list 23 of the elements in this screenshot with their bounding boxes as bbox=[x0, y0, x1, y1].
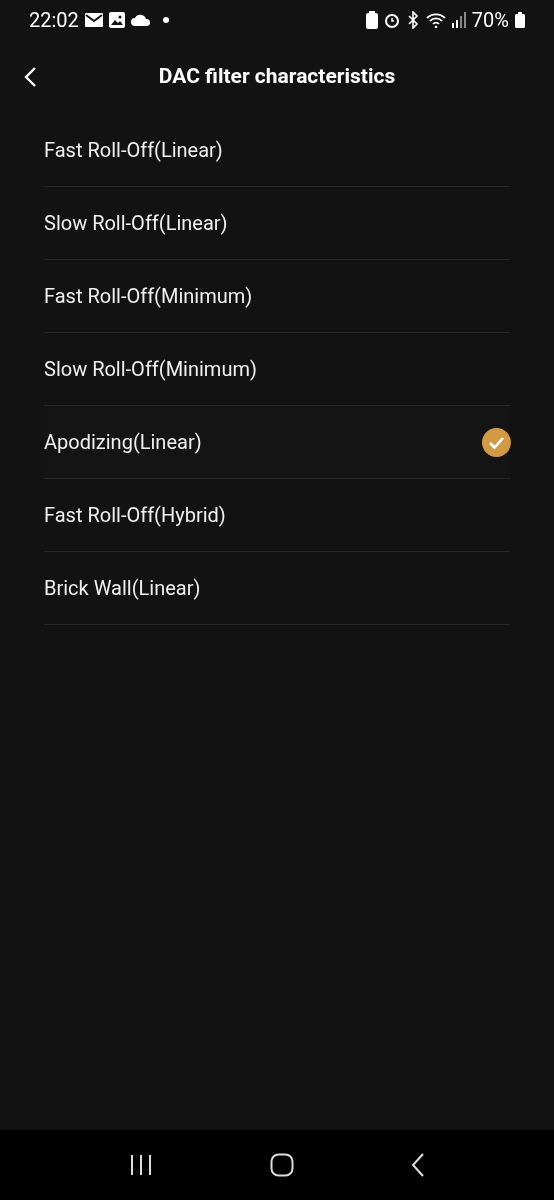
chevron-left-icon bbox=[23, 66, 37, 88]
bluetooth-icon bbox=[405, 11, 420, 29]
battery-percent: 70% bbox=[471, 7, 509, 34]
chevron-left-icon bbox=[411, 1153, 426, 1177]
page-title: DAC filter characteristics bbox=[158, 63, 396, 91]
filter-option[interactable]: Fast Roll-Off(Linear) bbox=[44, 114, 510, 187]
cloud-icon bbox=[130, 14, 151, 26]
filter-option[interactable]: Brick Wall(Linear) bbox=[44, 552, 510, 625]
mail-icon bbox=[84, 13, 103, 27]
filter-option[interactable]: Fast Roll-Off(Hybrid) bbox=[44, 479, 510, 552]
alarm-icon bbox=[383, 12, 400, 28]
signal-icon bbox=[451, 12, 466, 28]
battery-icon bbox=[515, 12, 525, 28]
wifi-icon bbox=[425, 12, 446, 28]
checkmark-icon bbox=[482, 427, 511, 457]
status-time: 22:02 bbox=[29, 7, 79, 34]
dot-icon bbox=[162, 17, 169, 23]
image-icon bbox=[108, 12, 125, 28]
battery-saver-icon bbox=[365, 11, 378, 29]
rounded-square-icon bbox=[270, 1153, 294, 1177]
filter-option[interactable]: Slow Roll-Off(Linear) bbox=[44, 187, 510, 260]
three-lines-icon bbox=[128, 1154, 153, 1176]
filter-option[interactable]: Fast Roll-Off(Minimum) bbox=[44, 260, 510, 333]
